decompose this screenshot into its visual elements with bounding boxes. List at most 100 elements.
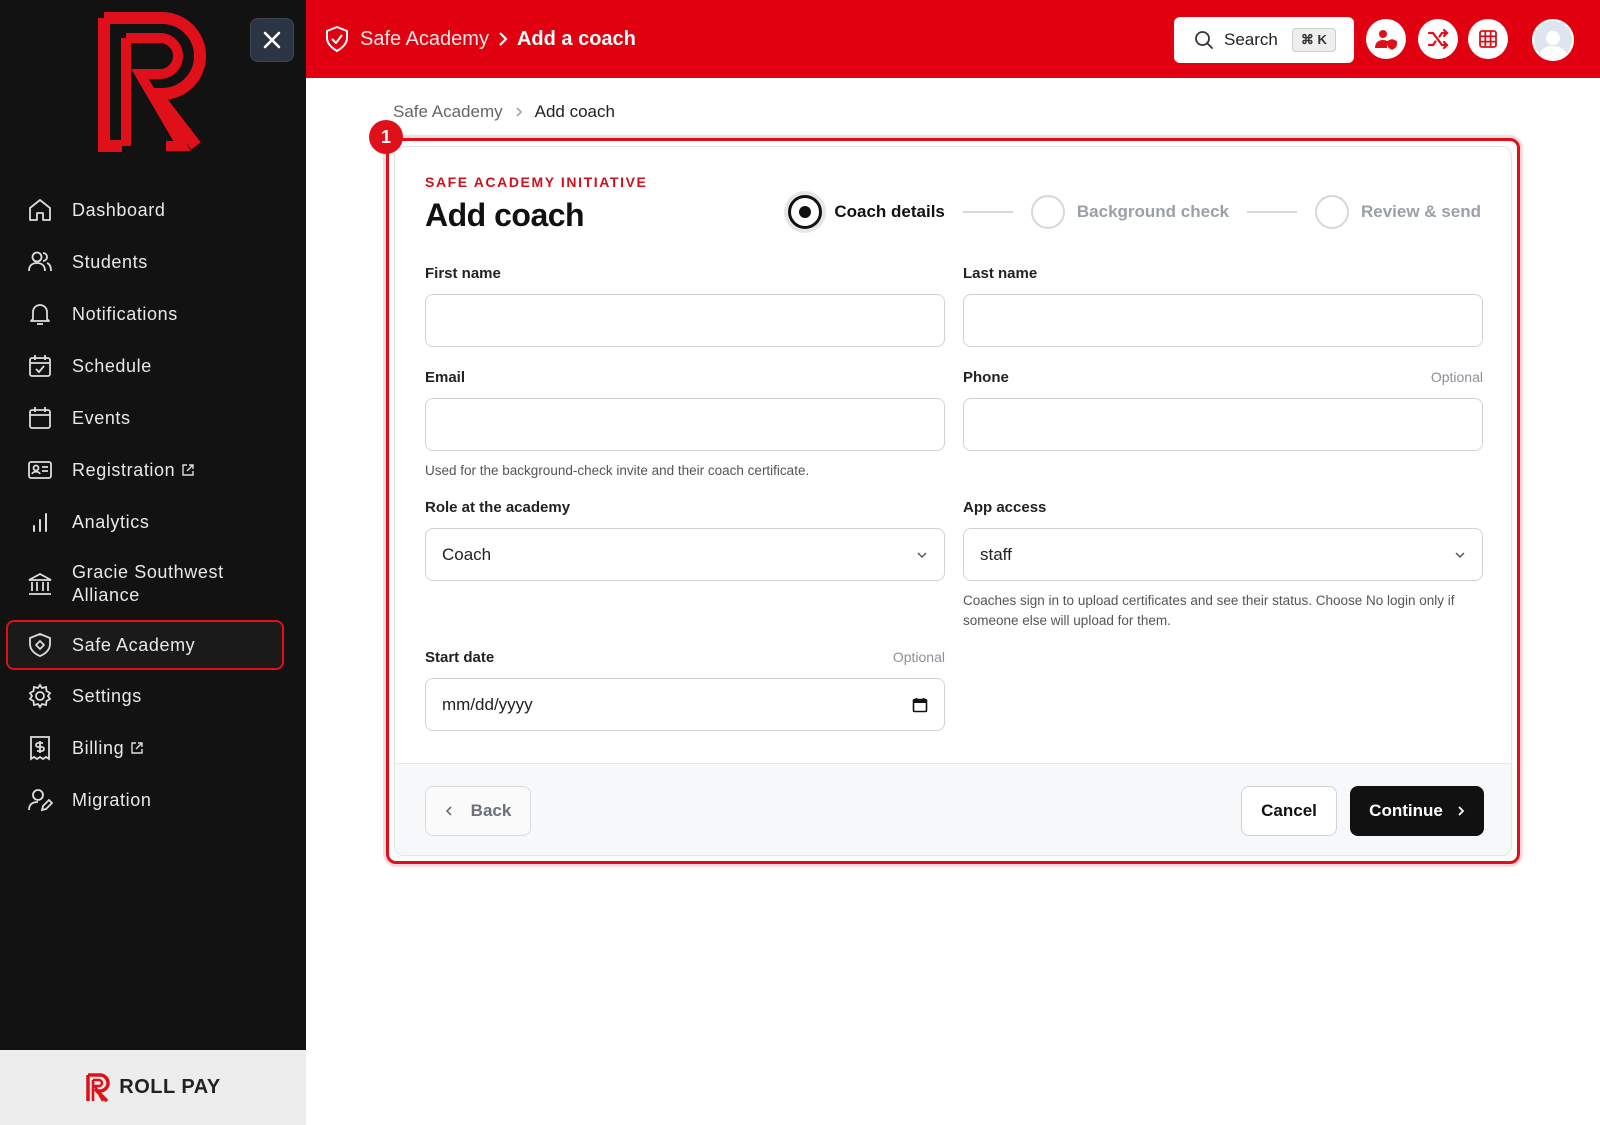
sidebar-item-label: Students [72,251,148,272]
grid-icon [1479,30,1497,48]
app-access-field-group: App access staff Coaches sign in to uplo… [963,499,1483,631]
email-input[interactable] [425,398,945,451]
shield-icon [26,631,54,659]
continue-label: Continue [1369,801,1443,820]
role-field-group: Role at the academy Coach [425,499,945,581]
sidebar-item-safe-academy[interactable]: Safe Academy [6,620,284,670]
sidebar-item-label: Dashboard [72,199,166,220]
roll-logo [98,12,206,152]
sidebar-footer: ROLL PAY [0,1050,306,1125]
sidebar-item-notifications[interactable]: Notifications [0,288,306,340]
sidebar-item-gracie-southwest-alliance[interactable]: Gracie Southwest Alliance [0,548,306,620]
search-shortcut: ⌘ K [1291,28,1336,52]
sidebar-item-label: Billing [72,737,125,758]
step-indicator [1315,195,1349,229]
close-icon [263,31,281,49]
stepper: Coach details Background check Review & … [788,195,1481,229]
sidebar-item-schedule[interactable]: Schedule [0,340,306,392]
top-breadcrumb-parent[interactable]: Safe Academy [360,28,489,51]
shuffle-button[interactable] [1418,19,1458,59]
chevron-down-icon [917,551,927,558]
calendar-check-icon [26,352,54,380]
sidebar-item-settings[interactable]: Settings [0,670,306,722]
chevron-left-icon [445,805,453,817]
first-name-label: First name [425,265,501,282]
sidebar-item-label: Gracie Southwest Alliance [72,562,224,605]
sidebar-item-label: Schedule [72,355,152,376]
avatar[interactable] [1532,19,1574,61]
step-indicator [1030,195,1065,229]
step-label: Review & send [1361,202,1481,221]
step-background-check[interactable]: Background check [1030,195,1229,229]
bell-icon [26,300,54,328]
sidebar-item-dashboard[interactable]: Dashboard [0,184,306,236]
continue-button[interactable]: Continue [1350,786,1484,836]
step-review-send[interactable]: Review & send [1315,195,1481,229]
cancel-button[interactable]: Cancel [1241,786,1337,836]
calendar-icon[interactable] [912,697,928,713]
phone-input[interactable] [963,398,1483,451]
first-name-input[interactable] [425,294,945,347]
start-date-placeholder: mm/dd/yyyy [442,694,533,714]
start-date-label: Start date [425,649,495,666]
sidebar-item-label: Analytics [72,511,150,532]
chevron-right-icon [515,106,523,118]
shield-check-icon [324,25,350,53]
app-access-label: App access [963,499,1047,516]
chevron-right-icon [497,31,509,47]
sidebar-item-events[interactable]: Events [0,392,306,444]
users-icon [26,248,54,276]
sidebar-item-analytics[interactable]: Analytics [0,496,306,548]
email-label: Email [425,369,466,386]
phone-field-group: Phone Optional [963,369,1483,451]
user-edit-icon [26,786,54,814]
last-name-input[interactable] [963,294,1483,347]
form-eyebrow: SAFE ACADEMY INITIATIVE [425,174,648,190]
calendar-icon [26,404,54,432]
search-label: Search [1224,30,1278,49]
sidebar: Dashboard Students Notifications Schedul… [0,0,306,1125]
sidebar-item-label: Events [72,407,131,428]
close-sidebar-button[interactable] [250,18,294,62]
footer-brand: ROLL PAY [119,1076,221,1098]
external-link-icon [181,463,195,477]
breadcrumb-parent[interactable]: Safe Academy [393,102,503,122]
shuffle-icon [1427,28,1449,50]
phone-optional-tag: Optional [1430,369,1483,385]
start-date-field-group: Start date Optional mm/dd/yyyy [425,649,945,731]
back-label: Back [470,801,512,820]
back-button[interactable]: Back [425,786,531,836]
step-label: Background check [1076,202,1229,221]
sidebar-item-migration[interactable]: Migration [0,774,306,826]
id-card-icon [26,456,54,484]
last-name-label: Last name [963,265,1038,282]
start-date-optional-tag: Optional [892,649,945,665]
search-icon [1194,30,1214,50]
page-title: Add coach [425,197,585,233]
step-connector [962,211,1013,213]
step-coach-details[interactable]: Coach details [788,195,945,229]
user-shield-button[interactable] [1366,19,1406,59]
breadcrumb: Safe Academy Add coach [393,102,615,122]
start-date-input[interactable]: mm/dd/yyyy [425,678,945,731]
sidebar-item-billing[interactable]: Billing [0,722,306,774]
role-select[interactable]: Coach [425,528,945,581]
bar-chart-icon [26,508,54,536]
sidebar-nav: Dashboard Students Notifications Schedul… [0,184,306,826]
gear-icon [26,682,54,710]
app-access-select[interactable]: staff [963,528,1483,581]
search-button[interactable]: Search ⌘ K [1174,17,1354,63]
sidebar-item-label: Notifications [72,303,178,324]
bank-icon [26,570,54,598]
email-field-group: Email Used for the background-check invi… [425,369,945,481]
sidebar-item-registration[interactable]: Registration [0,444,306,496]
app-access-select-value: staff [980,544,1012,564]
home-icon [26,196,54,224]
roll-pay-logo-icon [86,1072,110,1102]
annotation-badge: 1 [369,120,403,154]
sidebar-item-students[interactable]: Students [0,236,306,288]
add-coach-card: SAFE ACADEMY INITIATIVE Add coach Coach … [394,146,1512,856]
chevron-down-icon [1455,551,1465,558]
grid-button[interactable] [1468,19,1508,59]
sidebar-item-label: Safe Academy [72,634,196,655]
